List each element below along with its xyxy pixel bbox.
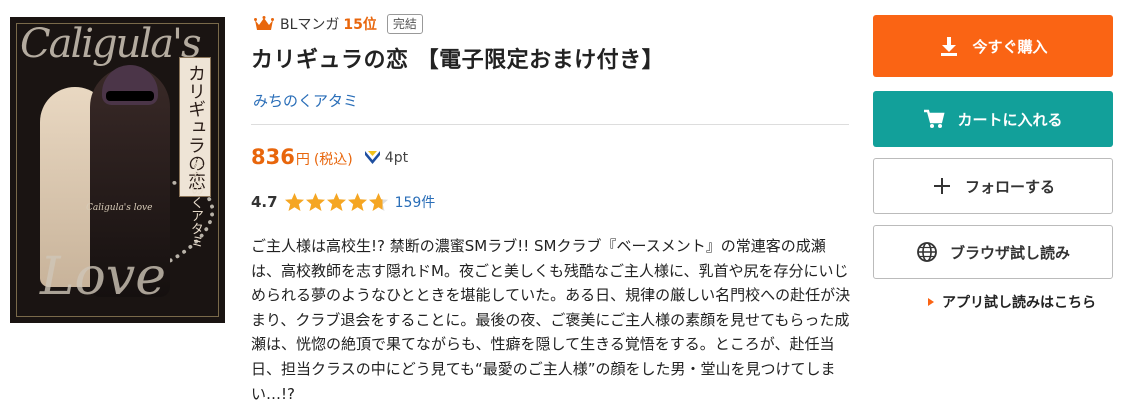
add-to-cart-label: カートに入れる (957, 110, 1063, 129)
cover-script-love: Love (40, 247, 166, 307)
divider (251, 124, 849, 125)
globe-icon (917, 242, 937, 262)
rank-label: 15位 (343, 17, 377, 33)
follow-button[interactable]: フォローする (873, 158, 1113, 214)
price-currency: 円 (295, 152, 310, 168)
star-icon (284, 193, 304, 211)
status-badge: 完結 (386, 14, 423, 34)
rating-stars (284, 192, 389, 212)
star-icon (347, 193, 367, 211)
cover-subtitle: Caligula's love (86, 203, 153, 213)
cover-script-title: Caligula's (20, 21, 202, 67)
buy-now-button[interactable]: 今すぐ購入 (873, 15, 1113, 77)
points-icon (364, 151, 380, 164)
browser-preview-label: ブラウザ試し読み (949, 243, 1070, 262)
follow-label: フォローする (964, 177, 1055, 196)
price-tax: (税込) (313, 152, 353, 168)
review-count-link[interactable]: 159件 (395, 192, 436, 212)
star-icon (326, 193, 346, 211)
browser-preview-button[interactable]: ブラウザ試し読み (873, 225, 1113, 279)
rating-row: 4.7 159件 (251, 192, 435, 212)
cover-figure-mask (106, 91, 154, 101)
description: ご主人様は高校生!? 禁断の濃蜜SMラブ!! SMクラブ『ベースメント』の常連客… (251, 237, 851, 403)
rating-value: 4.7 (251, 193, 278, 211)
points-label: 4pt (384, 149, 409, 166)
triangle-right-icon (928, 298, 934, 306)
author-link[interactable]: みちのくアタミ (253, 90, 358, 111)
star-icon (368, 193, 388, 211)
crown-icon (254, 16, 274, 30)
buy-now-label: 今すぐ購入 (972, 37, 1048, 56)
genre-label[interactable]: BLマンガ (280, 14, 339, 34)
cover-image[interactable]: Caligula's カリギュラの恋 みちのくアタミ Caligula's lo… (10, 17, 225, 323)
price-amount: 836 (251, 145, 295, 169)
add-to-cart-button[interactable]: カートに入れる (873, 91, 1113, 147)
price-row: 836 円 (税込) 4pt (251, 145, 408, 169)
points: 4pt (364, 149, 409, 166)
cart-icon (924, 109, 946, 128)
plus-icon (933, 178, 950, 194)
cover-vertical-author: みちのくアタミ (188, 157, 203, 248)
app-preview-label: アプリ試し読みはこちら (942, 295, 1096, 311)
star-icon (305, 193, 325, 211)
meta-row: BLマンガ 15位 完結 (254, 13, 423, 35)
page-title: カリギュラの恋 【電子限定おまけ付き】 (251, 48, 665, 73)
app-preview-link[interactable]: アプリ試し読みはこちら (928, 292, 1096, 312)
download-icon (941, 37, 958, 56)
